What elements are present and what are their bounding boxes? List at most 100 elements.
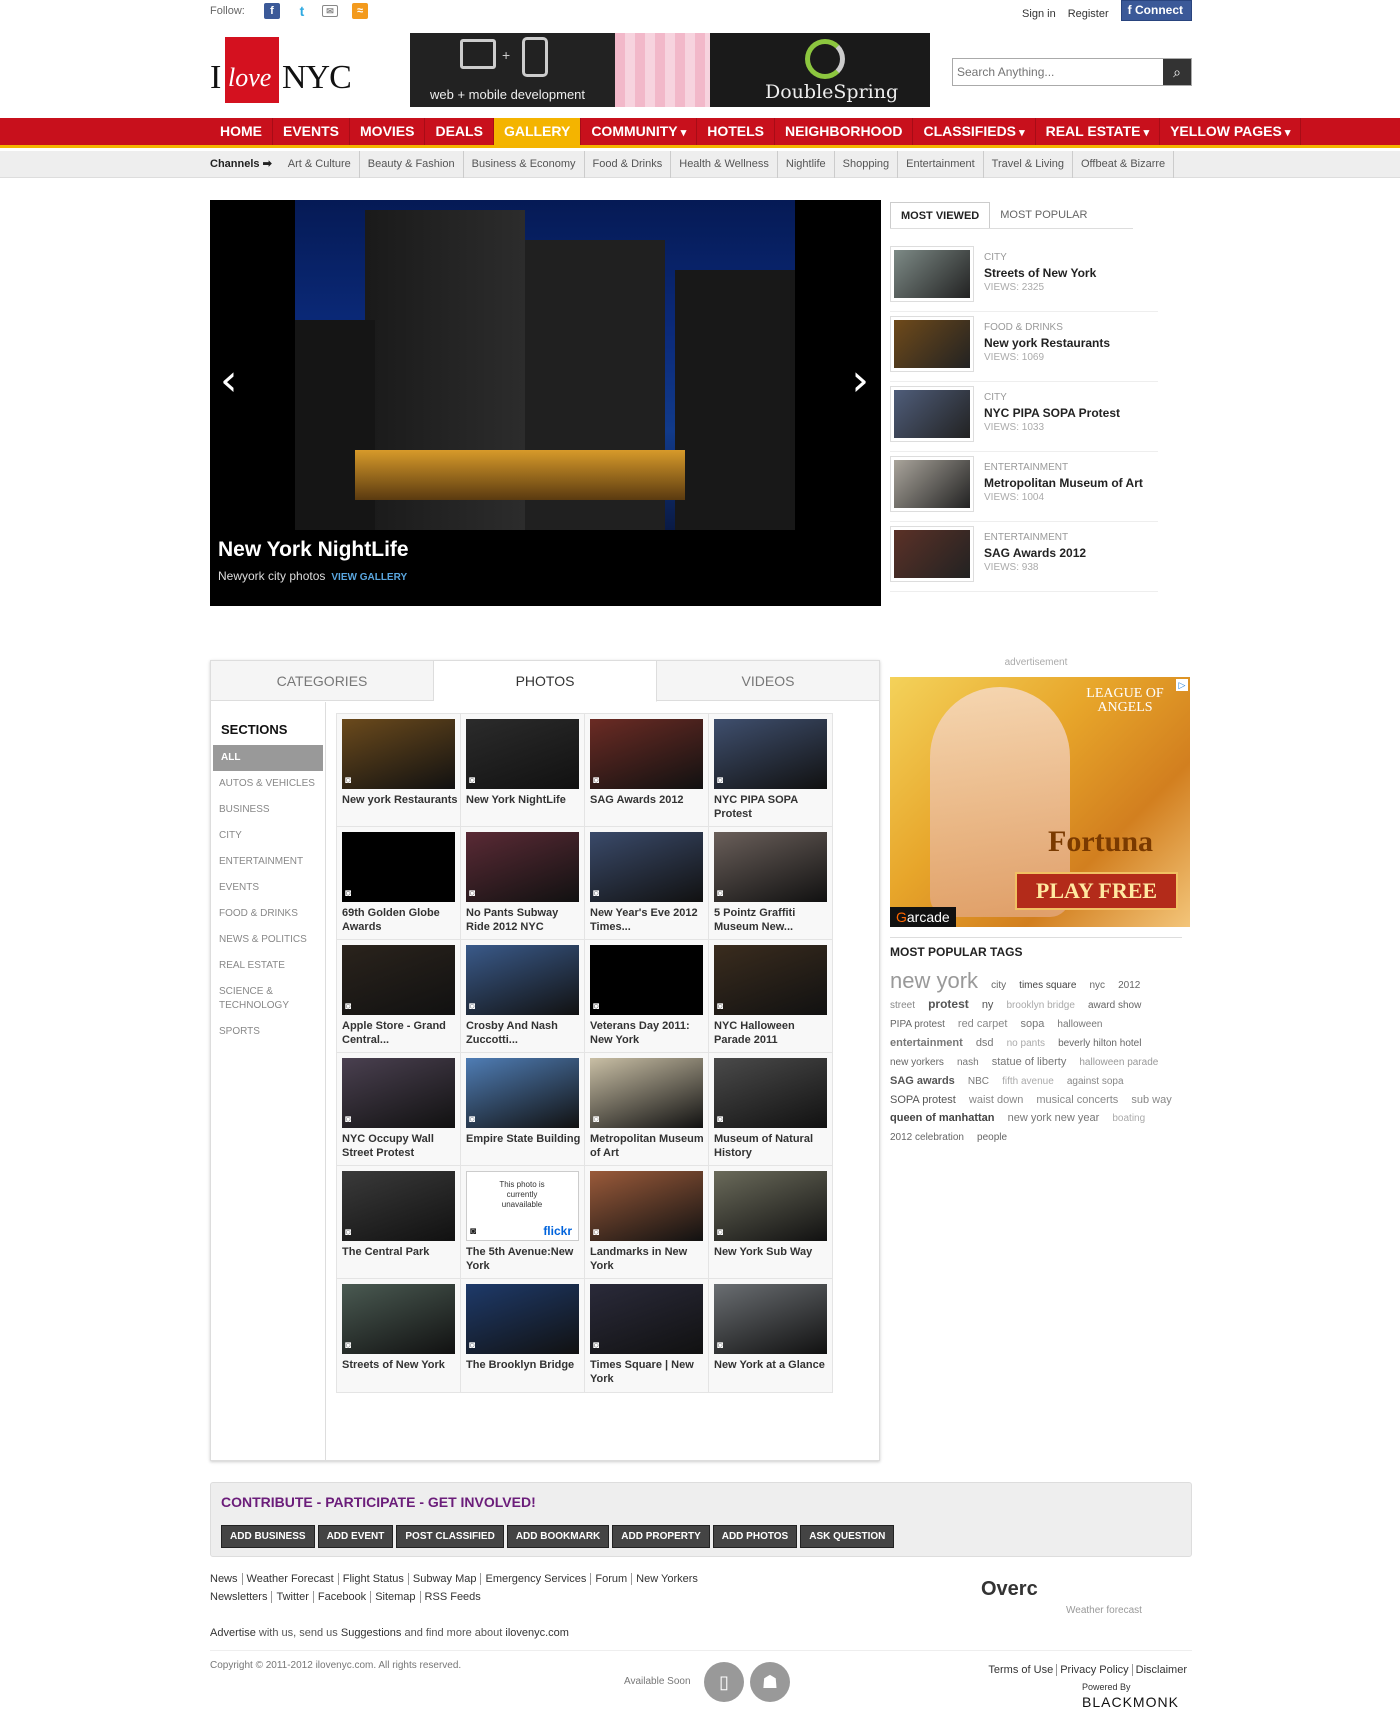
tag-link[interactable]: halloween xyxy=(1057,1019,1102,1030)
photo-item[interactable]: ◙ New york Restaurants xyxy=(336,713,461,828)
tag-link[interactable]: protest xyxy=(928,997,969,1011)
photo-item[interactable]: ◙ Empire State Building xyxy=(460,1052,585,1167)
photo-caption[interactable]: Crosby And Nash Zuccotti... xyxy=(466,1019,582,1047)
photo-caption[interactable]: New York at a Glance xyxy=(714,1358,830,1372)
legal-link[interactable]: Terms of Use xyxy=(985,1664,1058,1676)
most-viewed-item[interactable]: ENTERTAINMENT SAG Awards 2012 VIEWS: 938 xyxy=(890,522,1158,592)
photo-thumb[interactable]: ◙ xyxy=(714,1058,827,1128)
photo-thumb[interactable]: ◙ xyxy=(342,1171,455,1241)
tag-link[interactable]: street xyxy=(890,1000,915,1011)
photo-thumb[interactable]: This photo is currently unavailable flick… xyxy=(466,1171,579,1241)
nav-item-deals[interactable]: DEALS xyxy=(425,118,494,145)
photo-item[interactable]: ◙ No Pants Subway Ride 2012 NYC xyxy=(460,826,585,941)
photo-caption[interactable]: The Brooklyn Bridge xyxy=(466,1358,582,1372)
advertise-link[interactable]: Advertise xyxy=(210,1627,256,1639)
section-item[interactable]: FOOD & DRINKS xyxy=(211,901,325,927)
android-icon[interactable]: ☗ xyxy=(750,1662,790,1702)
section-item[interactable]: NEWS & POLITICS xyxy=(211,927,325,953)
footer-link[interactable]: Emergency Services xyxy=(481,1573,592,1585)
footer-link[interactable]: News xyxy=(210,1573,243,1585)
site-logo[interactable]: I love NYC xyxy=(210,33,360,105)
photo-caption[interactable]: New york Restaurants xyxy=(342,793,458,807)
footer-link[interactable]: Weather Forecast xyxy=(242,1573,339,1585)
photo-thumb[interactable]: ◙ xyxy=(466,1284,579,1354)
most-viewed-title[interactable]: NYC PIPA SOPA Protest xyxy=(984,406,1120,420)
photo-caption[interactable]: Streets of New York xyxy=(342,1358,458,1372)
most-viewed-title[interactable]: Metropolitan Museum of Art xyxy=(984,476,1143,490)
tag-link[interactable]: 2012 celebration xyxy=(890,1132,964,1143)
tag-link[interactable]: entertainment xyxy=(890,1037,963,1049)
photo-item[interactable]: ◙ 5 Pointz Graffiti Museum New... xyxy=(708,826,833,941)
photo-item[interactable]: ◙ NYC Halloween Parade 2011 xyxy=(708,939,833,1054)
photo-thumb[interactable]: ◙ xyxy=(466,719,579,789)
most-viewed-thumb[interactable] xyxy=(890,386,974,442)
contribute-button-add-business[interactable]: ADD BUSINESS xyxy=(221,1525,315,1548)
tag-link[interactable]: nash xyxy=(957,1057,979,1068)
mobile-app-icon[interactable]: ▯ xyxy=(704,1662,744,1702)
photo-item[interactable]: ◙ New Year's Eve 2012 Times... xyxy=(584,826,709,941)
tag-link[interactable]: people xyxy=(977,1132,1007,1143)
photo-caption[interactable]: The Central Park xyxy=(342,1245,458,1259)
tab-videos[interactable]: VIDEOS xyxy=(657,661,879,700)
featured-slider[interactable]: ‹ › New York NightLife Newyork city phot… xyxy=(210,200,881,606)
header-ad-banner[interactable]: + web + mobile development DoubleSpring xyxy=(410,33,930,107)
footer-link[interactable]: Facebook xyxy=(313,1591,372,1603)
most-viewed-item[interactable]: FOOD & DRINKS New york Restaurants VIEWS: … xyxy=(890,312,1158,382)
most-viewed-thumb[interactable] xyxy=(890,526,974,582)
footer-link[interactable]: Forum xyxy=(591,1573,633,1585)
most-viewed-thumb[interactable] xyxy=(890,456,974,512)
photo-caption[interactable]: Empire State Building xyxy=(466,1132,582,1146)
photo-caption[interactable]: New York Sub Way xyxy=(714,1245,830,1259)
tag-link[interactable]: queen of manhattan xyxy=(890,1112,995,1124)
channel-link[interactable]: Beauty & Fashion xyxy=(360,151,464,178)
photo-caption[interactable]: Apple Store - Grand Central... xyxy=(342,1019,458,1047)
section-item[interactable]: CITY xyxy=(211,823,325,849)
photo-caption[interactable]: Museum of Natural History xyxy=(714,1132,830,1160)
photo-item[interactable]: This photo is currently unavailable flick… xyxy=(460,1165,585,1280)
tag-link[interactable]: musical concerts xyxy=(1036,1094,1118,1106)
adchoices-icon[interactable]: ▷ xyxy=(1176,679,1188,691)
footer-link[interactable]: Twitter xyxy=(272,1591,314,1603)
channel-link[interactable]: Shopping xyxy=(835,151,899,178)
channel-link[interactable]: Business & Economy xyxy=(464,151,585,178)
nav-item-movies[interactable]: MOVIES xyxy=(350,118,426,145)
tag-link[interactable]: statue of liberty xyxy=(992,1056,1067,1068)
channel-link[interactable]: Entertainment xyxy=(898,151,984,178)
channel-link[interactable]: Health & Wellness xyxy=(671,151,778,178)
photo-caption[interactable]: Metropolitan Museum of Art xyxy=(590,1132,706,1160)
nav-item-real-estate[interactable]: REAL ESTATE xyxy=(1036,118,1161,145)
photo-caption[interactable]: Times Square | New York xyxy=(590,1358,706,1386)
legal-link[interactable]: Disclaimer xyxy=(1133,1664,1190,1676)
contribute-button-add-event[interactable]: ADD EVENT xyxy=(317,1525,394,1548)
contribute-button-add-property[interactable]: ADD PROPERTY xyxy=(612,1525,710,1548)
photo-caption[interactable]: 69th Golden Globe Awards xyxy=(342,906,458,934)
photo-caption[interactable]: 5 Pointz Graffiti Museum New... xyxy=(714,906,830,934)
photo-item[interactable]: ◙ Veterans Day 2011: New York xyxy=(584,939,709,1054)
photo-item[interactable]: ◙ Metropolitan Museum of Art xyxy=(584,1052,709,1167)
tag-link[interactable]: beverly hilton hotel xyxy=(1058,1038,1141,1049)
tag-link[interactable]: no pants xyxy=(1007,1038,1045,1049)
photo-caption[interactable]: No Pants Subway Ride 2012 NYC xyxy=(466,906,582,934)
tag-link[interactable]: 2012 xyxy=(1118,980,1140,991)
photo-item[interactable]: ◙ SAG Awards 2012 xyxy=(584,713,709,828)
tab-photos[interactable]: PHOTOS xyxy=(434,661,657,702)
channel-link[interactable]: Nightlife xyxy=(778,151,835,178)
section-item[interactable]: SCIENCE & TECHNOLOGY xyxy=(211,979,325,1019)
slider-prev-icon[interactable]: ‹ xyxy=(220,355,238,406)
nav-item-home[interactable]: HOME xyxy=(210,118,273,145)
tag-link[interactable]: new yorkers xyxy=(890,1057,944,1068)
footer-link[interactable]: New Yorkers xyxy=(632,1573,702,1585)
photo-item[interactable]: ◙ New York NightLife xyxy=(460,713,585,828)
section-item[interactable]: ALL xyxy=(213,745,323,771)
section-item[interactable]: AUTOS & VEHICLES xyxy=(211,771,325,797)
tag-link[interactable]: new york xyxy=(890,968,978,993)
photo-item[interactable]: ◙ 69th Golden Globe Awards xyxy=(336,826,461,941)
photo-item[interactable]: ◙ Streets of New York xyxy=(336,1278,461,1393)
tag-link[interactable]: against sopa xyxy=(1067,1076,1124,1087)
photo-thumb[interactable]: ◙ xyxy=(714,832,827,902)
section-item[interactable]: BUSINESS xyxy=(211,797,325,823)
tag-link[interactable]: red carpet xyxy=(958,1018,1008,1030)
contribute-button-add-photos[interactable]: ADD PHOTOS xyxy=(712,1525,798,1548)
photo-thumb[interactable]: ◙ xyxy=(714,1284,827,1354)
photo-item[interactable]: ◙ Apple Store - Grand Central... xyxy=(336,939,461,1054)
